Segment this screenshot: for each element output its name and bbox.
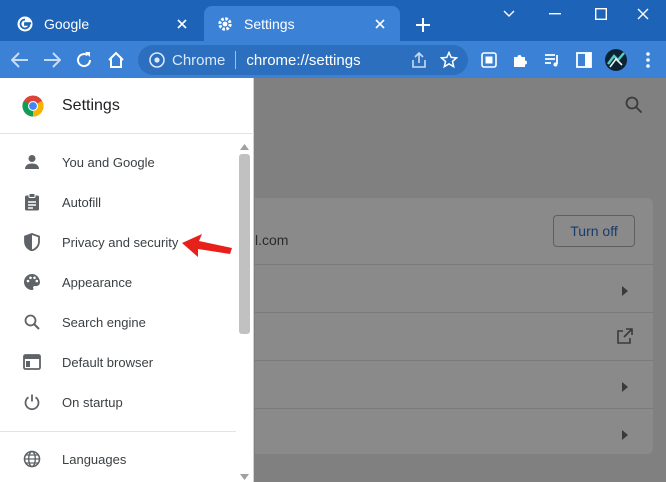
card-row[interactable]	[255, 264, 653, 312]
more-menu-icon[interactable]	[636, 48, 660, 72]
tab-search-chevron-icon[interactable]	[486, 4, 532, 24]
palette-icon	[22, 272, 42, 292]
address-bar[interactable]: Chrome chrome://settings	[138, 45, 468, 75]
tab-strip: Google Settings	[0, 0, 666, 41]
reload-button[interactable]	[72, 48, 96, 72]
new-tab-button[interactable]	[412, 14, 434, 36]
search-icon[interactable]	[625, 96, 643, 119]
omnibox-separator	[235, 51, 237, 69]
chrome-logo-icon	[22, 95, 44, 122]
home-button[interactable]	[104, 48, 128, 72]
tab-label: Google	[44, 15, 90, 32]
omnibox-site-label: Chrome	[172, 51, 226, 69]
sidebar-item-label: Privacy and security	[62, 234, 179, 250]
maximize-button[interactable]	[578, 4, 624, 24]
sidebar-item-label: Languages	[62, 451, 127, 467]
avatar[interactable]	[604, 48, 628, 72]
chevron-right-icon	[621, 283, 629, 301]
sidebar-item-default-browser[interactable]: Default browser	[0, 342, 236, 382]
sidebar-item-label: On startup	[62, 394, 123, 410]
gear-icon	[216, 15, 234, 33]
close-icon[interactable]	[174, 16, 190, 32]
google-icon	[16, 15, 34, 33]
drawer-scrollbar[interactable]	[236, 144, 253, 482]
chevron-right-icon	[621, 427, 629, 445]
puzzle-icon[interactable]	[508, 48, 532, 72]
browser-window-icon	[22, 352, 42, 372]
scroll-up-arrow-icon[interactable]	[240, 144, 249, 150]
forward-button[interactable]	[40, 48, 64, 72]
chevron-right-icon	[621, 379, 629, 397]
clipboard-icon	[22, 192, 42, 212]
media-playlist-icon[interactable]	[540, 48, 564, 72]
power-icon	[22, 392, 42, 412]
bookmark-star-icon[interactable]	[439, 50, 459, 73]
card-row[interactable]	[255, 360, 653, 408]
scroll-down-arrow-icon[interactable]	[240, 474, 249, 480]
tab-google[interactable]: Google	[4, 6, 202, 41]
window-close-button[interactable]	[620, 4, 666, 24]
sidebar-item-label: Search engine	[62, 314, 146, 330]
share-icon[interactable]	[410, 51, 428, 73]
sidebar-item-autofill[interactable]: Autofill	[0, 182, 236, 222]
tab-settings[interactable]: Settings	[204, 6, 400, 41]
globe-icon	[22, 449, 42, 469]
turn-off-button[interactable]: Turn off	[553, 215, 635, 247]
toolbar: Chrome chrome://settings	[0, 41, 666, 78]
card-row[interactable]	[255, 408, 653, 456]
sidebar-item-label: Appearance	[62, 274, 133, 290]
sidebar-item-label: You and Google	[62, 154, 155, 170]
side-panel-icon[interactable]	[572, 48, 596, 72]
open-in-new-icon	[617, 328, 633, 349]
sidebar-item-search-engine[interactable]: Search engine	[0, 302, 236, 342]
sync-card: l.com Turn off	[255, 198, 653, 454]
sidebar-item-label: Default browser	[62, 354, 154, 370]
chrome-icon	[148, 51, 166, 69]
red-arrow-annotation-icon	[182, 234, 232, 257]
drawer-header: Settings	[0, 78, 254, 134]
card-row[interactable]	[255, 312, 653, 360]
scrollbar-thumb[interactable]	[239, 154, 250, 334]
sidebar-item-on-startup[interactable]: On startup	[0, 382, 236, 422]
omnibox-url: chrome://settings	[246, 51, 361, 69]
tab-label: Settings	[244, 15, 295, 32]
person-icon	[22, 152, 42, 172]
settings-nav-drawer: Settings You and Google Autofill Privacy…	[0, 78, 254, 482]
search-icon	[22, 312, 42, 332]
back-button[interactable]	[8, 48, 32, 72]
sidebar-item-you-and-google[interactable]: You and Google	[0, 142, 236, 182]
drawer-divider	[0, 431, 236, 432]
sidebar-item-languages[interactable]: Languages	[0, 439, 236, 479]
minimize-button[interactable]	[532, 4, 578, 24]
sidebar-item-label: Autofill	[62, 194, 102, 210]
shield-icon	[22, 232, 42, 252]
drawer-title: Settings	[62, 97, 120, 114]
extension-icon[interactable]	[477, 48, 501, 72]
account-email: l.com	[255, 232, 289, 248]
settings-page-background: l.com Turn off	[255, 78, 666, 482]
sidebar-item-appearance[interactable]: Appearance	[0, 262, 236, 302]
close-icon[interactable]	[372, 16, 388, 32]
